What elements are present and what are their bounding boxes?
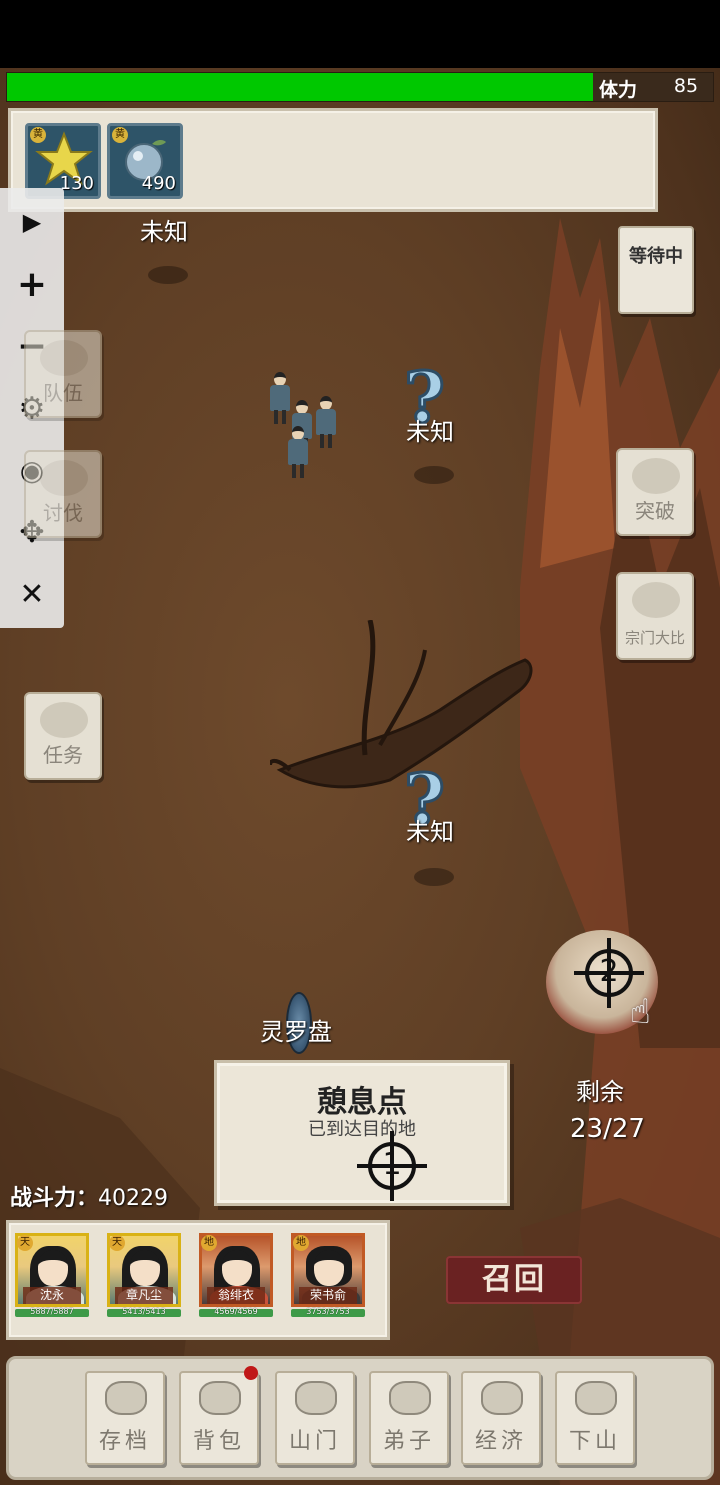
item-count: 490 <box>141 173 176 194</box>
nav-label: 弟子 <box>382 1429 435 1454</box>
crosshair-number: 1 <box>382 1147 402 1182</box>
close-icon[interactable]: ✕ <box>14 576 50 612</box>
breakthrough-button[interactable]: 突破 <box>616 448 694 536</box>
sect-contest-icon <box>632 582 680 618</box>
nav-label: 存档 <box>98 1429 151 1454</box>
nav-save-button[interactable]: 存档 <box>85 1371 165 1465</box>
marker-shadow <box>414 466 454 484</box>
crusade-label: 讨伐 <box>43 501 83 525</box>
remaining-label: 剩余 <box>576 1078 624 1106</box>
unknown-marker-label[interactable]: 未知 <box>406 412 454 447</box>
quest-label: 任务 <box>43 743 83 767</box>
member-name: 翁绯衣 <box>207 1287 265 1304</box>
bag-icon <box>199 1381 241 1415</box>
member-name: 章凡尘 <box>115 1287 173 1304</box>
hp-text: 5887/5887 <box>30 1307 74 1316</box>
team-member[interactable]: 天 沈永 5887/5887 <box>15 1233 89 1323</box>
nav-label: 山门 <box>288 1429 341 1454</box>
team-member[interactable]: 地 翁绯衣 4569/4569 <box>199 1233 273 1323</box>
nav-descend-button[interactable]: 下山 <box>555 1371 635 1465</box>
scroll-icon <box>40 702 88 738</box>
member-name: 沈永 <box>23 1287 81 1304</box>
disciples-icon <box>389 1381 431 1415</box>
crosshair-icon: 1 <box>357 1131 427 1201</box>
pointing-hand-icon: ☝ <box>630 992 651 1032</box>
crosshair-number: 2 <box>599 954 619 989</box>
mountain-icon <box>575 1381 617 1415</box>
sect-contest-label: 宗门大比 <box>624 629 685 647</box>
resource-panel: 黄 130 黄 490 <box>8 108 658 212</box>
team-button[interactable]: 队伍 <box>24 330 102 418</box>
remaining-value: 23/27 <box>570 1114 645 1144</box>
gate-icon <box>295 1381 337 1415</box>
locate-button[interactable]: 2 ☝ <box>546 930 674 1038</box>
play-icon[interactable]: ▶ <box>14 204 50 240</box>
stamina-fill <box>7 73 593 101</box>
nav-label: 经济 <box>474 1429 527 1454</box>
sect-contest-button[interactable]: 宗门大比 <box>616 572 694 660</box>
combat-power-label: 战斗力： <box>10 1186 99 1211</box>
marker-shadow <box>148 266 188 284</box>
compass-label: 灵罗盘 <box>260 1018 332 1046</box>
breakthrough-label: 突破 <box>635 499 675 523</box>
team-member[interactable]: 天 章凡尘 5413/5413 <box>107 1233 181 1323</box>
unknown-marker-label[interactable]: 未知 <box>406 812 454 847</box>
team-icon <box>40 340 88 376</box>
item-count: 130 <box>59 173 94 194</box>
tier-badge: 地 <box>201 1235 217 1251</box>
bottom-nav: 存档 背包 山门 弟子 经济 下山 <box>6 1356 714 1480</box>
hp-text: 4569/4569 <box>214 1307 258 1316</box>
zoom-in-icon[interactable]: + <box>14 264 50 305</box>
hp-text: 5413/5413 <box>122 1307 166 1316</box>
hp-text: 3753/3753 <box>306 1307 350 1316</box>
tier-badge: 地 <box>293 1235 309 1251</box>
breakthrough-icon <box>632 458 680 494</box>
quest-button[interactable]: 任务 <box>24 692 102 780</box>
notification-dot <box>244 1366 258 1380</box>
coins-icon <box>481 1381 523 1415</box>
disciple-figure[interactable] <box>270 372 290 426</box>
nav-bag-button[interactable]: 背包 <box>179 1371 259 1465</box>
spirit-berry-item[interactable]: 黄 490 <box>107 123 183 199</box>
waiting-button[interactable]: 等待中 <box>618 226 694 314</box>
waiting-label: 等待中 <box>629 246 683 267</box>
stamina-value: 85 <box>673 75 699 97</box>
status-bar <box>0 0 720 68</box>
tier-badge: 天 <box>109 1235 125 1251</box>
disciple-figure[interactable] <box>288 426 308 480</box>
team-panel: 天 沈永 5887/5887 天 章凡尘 5413/5413 地 翁绯衣 456… <box>6 1220 390 1340</box>
recall-button[interactable]: 召回 <box>446 1256 582 1304</box>
nav-label: 背包 <box>192 1429 245 1454</box>
nav-disciples-button[interactable]: 弟子 <box>369 1371 449 1465</box>
save-book-icon <box>105 1381 147 1415</box>
nav-gate-button[interactable]: 山门 <box>275 1371 355 1465</box>
stamina-label: 体力 <box>599 79 638 101</box>
team-member[interactable]: 地 荣书俞 3753/3753 <box>291 1233 365 1323</box>
unknown-marker-label[interactable]: 未知 <box>140 212 188 247</box>
team-label: 队伍 <box>43 381 83 405</box>
crusade-button[interactable]: 讨伐 <box>24 450 102 538</box>
destination-card[interactable]: 憩息点 已到达目的地 1 <box>214 1060 510 1206</box>
combat-power-value: 40229 <box>98 1186 169 1211</box>
nav-label: 下山 <box>568 1429 621 1454</box>
stamina-bar: 体力 85 <box>6 72 714 102</box>
tier-badge: 天 <box>17 1235 33 1251</box>
member-name: 荣书俞 <box>299 1287 357 1304</box>
crusade-icon <box>40 460 88 496</box>
marker-shadow <box>414 868 454 886</box>
disciple-figure[interactable] <box>316 396 336 450</box>
nav-economy-button[interactable]: 经济 <box>461 1371 541 1465</box>
combat-power: 战斗力：40229 <box>10 1180 168 1212</box>
